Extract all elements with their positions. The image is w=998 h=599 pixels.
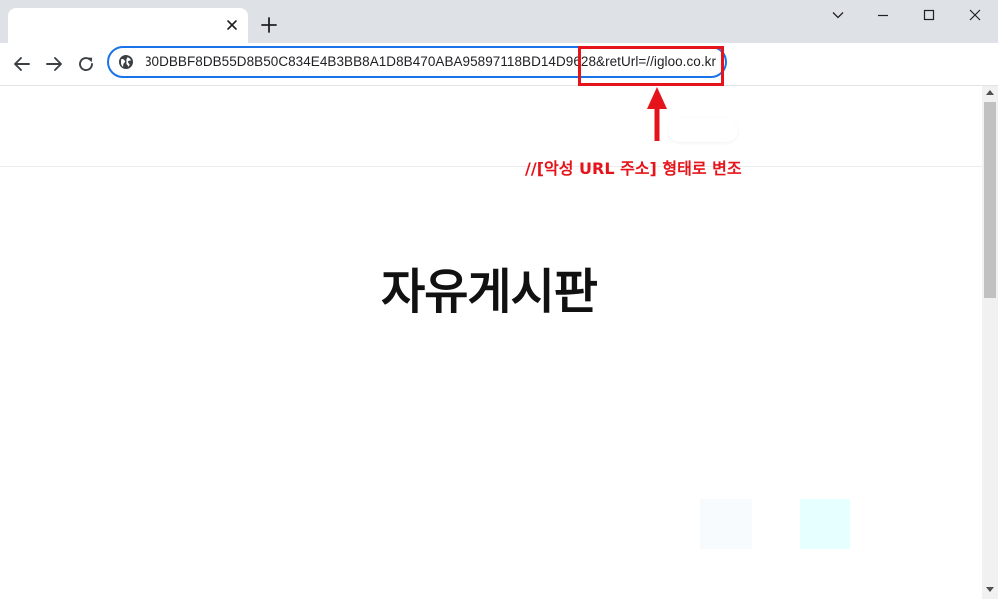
arrow-right-icon xyxy=(46,57,62,71)
page-viewport: 자유게시판 xyxy=(0,86,982,599)
site-info-button[interactable] xyxy=(118,54,134,70)
new-tab-button[interactable] xyxy=(258,14,280,36)
window-close-button[interactable] xyxy=(952,0,998,30)
annotation-caption: //[악성 URL 주소] 형태로 변조 xyxy=(525,159,742,178)
tab-search-button[interactable] xyxy=(815,0,861,30)
page-title: 자유게시판 xyxy=(381,264,598,320)
header-button[interactable] xyxy=(668,118,738,142)
reload-icon xyxy=(79,57,93,71)
vertical-scrollbar[interactable] xyxy=(982,86,998,599)
scroll-up-arrow-icon[interactable] xyxy=(986,90,994,95)
close-icon xyxy=(227,20,237,30)
browser-toolbar: 30DBBF8DB55D8B50C834E4B3BB8A1D8B470ABA95… xyxy=(0,43,998,86)
tab-strip xyxy=(0,0,998,43)
scroll-thumb[interactable] xyxy=(984,102,996,298)
tab-close-button[interactable] xyxy=(223,16,241,34)
annotation-highlight-box xyxy=(578,46,724,86)
close-icon xyxy=(969,9,981,21)
minimize-icon xyxy=(878,14,888,17)
plus-icon xyxy=(261,17,277,33)
scroll-down-arrow-icon[interactable] xyxy=(986,587,994,592)
browser-window: 30DBBF8DB55D8B50C834E4B3BB8A1D8B470ABA95… xyxy=(0,0,998,599)
chevron-down-icon xyxy=(832,12,844,19)
maximize-button[interactable] xyxy=(906,0,952,30)
arrow-left-icon xyxy=(14,57,30,71)
maximize-icon xyxy=(923,9,935,21)
minimize-button[interactable] xyxy=(860,0,906,30)
forward-button[interactable] xyxy=(42,52,66,76)
browser-tab[interactable] xyxy=(8,8,248,43)
decorative-block xyxy=(700,499,752,549)
reload-button[interactable] xyxy=(74,52,98,76)
site-header xyxy=(0,86,982,167)
annotation-arrow-icon xyxy=(647,87,667,141)
decorative-block xyxy=(800,499,850,549)
back-button[interactable] xyxy=(10,52,34,76)
globe-icon xyxy=(119,55,133,69)
